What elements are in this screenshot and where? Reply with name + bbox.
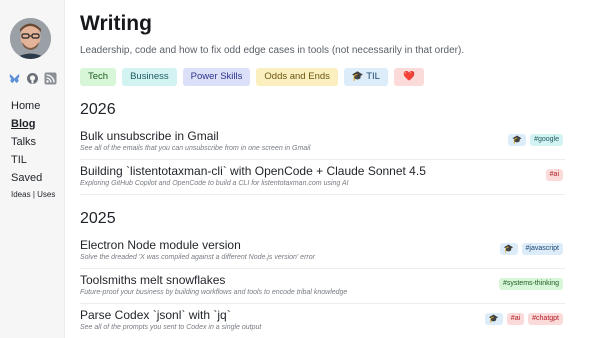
main-nav: Home Blog Talks TIL Saved Ideas | Uses — [11, 97, 55, 201]
graduation-cap-icon: 🎓 — [484, 313, 503, 325]
post-tags: #ai — [545, 169, 563, 181]
sidebar: Home Blog Talks TIL Saved Ideas | Uses — [0, 0, 65, 338]
tag-tech[interactable]: Tech — [80, 68, 117, 86]
rss-icon[interactable] — [44, 72, 57, 85]
post-tag-chatgpt[interactable]: #chatgpt — [528, 313, 563, 325]
post-description: See all of the emails that you can unsub… — [80, 145, 311, 152]
nav-saved[interactable]: Saved — [11, 169, 55, 187]
year-heading-2026: 2026 — [80, 101, 116, 118]
post-title[interactable]: Parse Codex `jsonl` with `jq` — [80, 308, 231, 322]
graduation-cap-icon: 🎓 — [499, 243, 518, 255]
nav-blog[interactable]: Blog — [11, 115, 55, 133]
nav-til[interactable]: TIL — [11, 151, 55, 169]
nav-separator: | — [32, 190, 35, 199]
heart-icon: ❤️ — [402, 71, 415, 82]
post-tag-ai[interactable]: #ai — [506, 313, 525, 325]
post-tag-javascript[interactable]: #javascript — [521, 243, 563, 255]
bluesky-icon[interactable] — [8, 72, 21, 85]
tag-til-label: TIL — [366, 71, 380, 82]
post-row: Building `listentotaxman-cli` with OpenC… — [80, 164, 565, 195]
post-row: Toolsmiths melt snowflakes Future-proof … — [80, 273, 565, 304]
post-tags: 🎓 #javascript — [499, 243, 563, 255]
tag-heart[interactable]: ❤️ — [393, 68, 424, 86]
page-subtitle: Leadership, code and how to fix odd edge… — [80, 45, 465, 56]
nav-uses[interactable]: Uses — [37, 190, 55, 199]
filter-tags: Tech Business Power Skills Odds and Ends… — [80, 68, 424, 86]
post-title[interactable]: Bulk unsubscribe in Gmail — [80, 129, 219, 143]
post-row: Parse Codex `jsonl` with `jq` See all of… — [80, 308, 565, 338]
tag-til[interactable]: 🎓 TIL — [343, 68, 388, 86]
tag-odds-and-ends[interactable]: Odds and Ends — [256, 68, 338, 86]
year-heading-2025: 2025 — [80, 210, 116, 227]
post-title[interactable]: Building `listentotaxman-cli` with OpenC… — [80, 164, 426, 178]
post-tag-ai[interactable]: #ai — [545, 169, 563, 181]
nav-talks[interactable]: Talks — [11, 133, 55, 151]
secondary-nav: Ideas | Uses — [11, 189, 55, 201]
page-title: Writing — [80, 12, 152, 35]
post-description: Future-proof your business by building w… — [80, 289, 348, 296]
post-row: Bulk unsubscribe in Gmail See all of the… — [80, 129, 565, 160]
post-description: See all of the prompts you sent to Codex… — [80, 324, 262, 331]
post-tags: 🎓 #google — [508, 134, 563, 146]
avatar[interactable] — [10, 18, 51, 59]
tag-power-skills[interactable]: Power Skills — [182, 68, 251, 86]
tag-business[interactable]: Business — [122, 68, 177, 86]
nav-ideas[interactable]: Ideas — [11, 190, 31, 199]
post-tag-google[interactable]: #google — [530, 134, 563, 146]
github-icon[interactable] — [26, 72, 39, 85]
nav-home[interactable]: Home — [11, 97, 55, 115]
post-title[interactable]: Toolsmiths melt snowflakes — [80, 273, 225, 287]
post-row: Electron Node module version Solve the d… — [80, 238, 565, 269]
post-tag-systems-thinking[interactable]: #systems-thinking — [498, 278, 563, 290]
social-links — [8, 72, 57, 85]
post-title[interactable]: Electron Node module version — [80, 238, 241, 252]
post-description: Solve the dreaded 'X was compiled agains… — [80, 254, 315, 261]
graduation-cap-icon: 🎓 — [351, 71, 364, 82]
post-tags: #systems-thinking — [498, 278, 563, 290]
graduation-cap-icon: 🎓 — [508, 134, 527, 146]
post-tags: 🎓 #ai #chatgpt — [484, 313, 563, 325]
post-description: Exploring GitHub Copilot and OpenCode to… — [80, 180, 349, 187]
